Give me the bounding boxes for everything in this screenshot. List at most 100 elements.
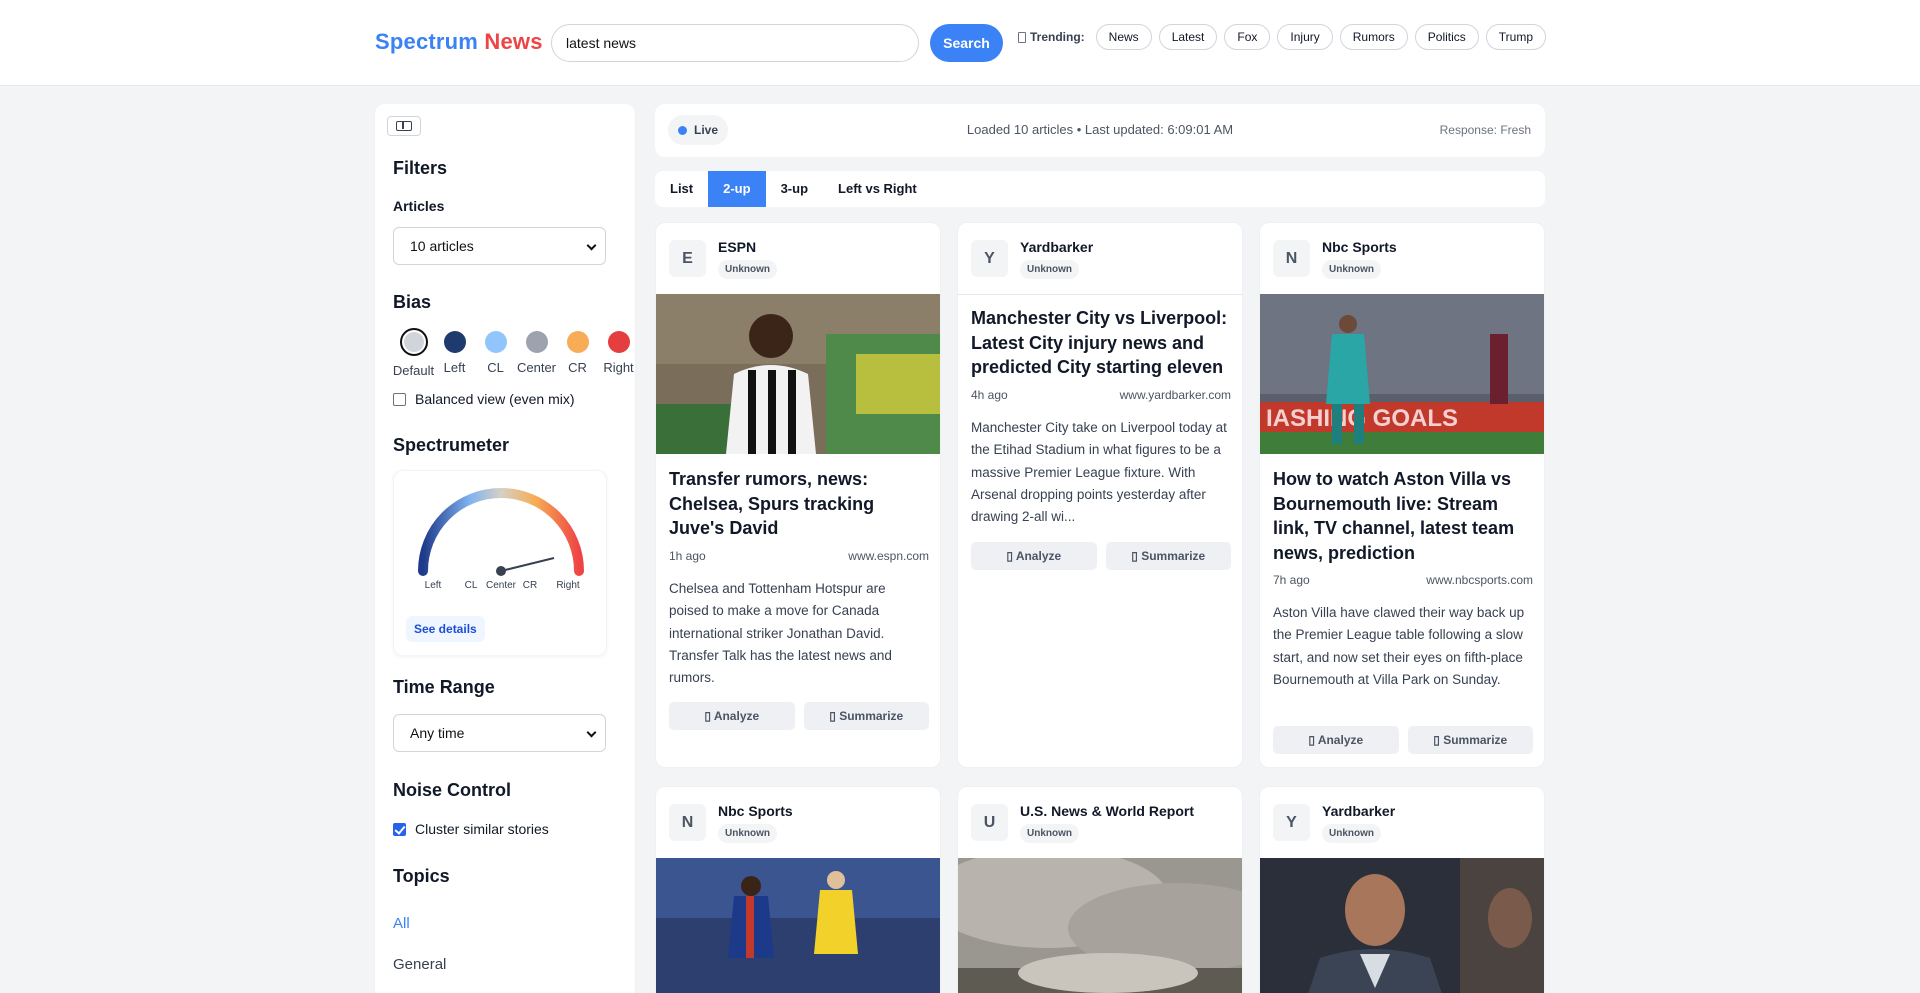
analyze-button[interactable]: ▯ Analyze: [669, 702, 795, 730]
article-image[interactable]: [656, 858, 940, 993]
summarize-icon: ▯: [1433, 733, 1444, 747]
bias-swatch-right: [607, 331, 630, 353]
bias-badge: Unknown: [1020, 260, 1079, 279]
topic-all[interactable]: All: [393, 915, 410, 932]
article-image[interactable]: [656, 294, 940, 454]
trending-chip-news[interactable]: News: [1095, 24, 1152, 50]
article-image[interactable]: [958, 858, 1242, 993]
bias-swatch-left: [443, 331, 466, 353]
layout-tabs: List 2-up 3-up Left vs Right: [655, 171, 1545, 207]
article-image[interactable]: [1260, 858, 1544, 993]
filters-sidebar: Filters Articles 10 articles Bias Defaul…: [375, 104, 635, 993]
trending-chip-injury[interactable]: Injury: [1277, 24, 1333, 50]
spectrometer-heading: Spectrumeter: [393, 435, 510, 455]
analyze-button[interactable]: ▯ Analyze: [971, 542, 1097, 570]
article-card[interactable]: Y Yardbarker Unknown: [1259, 786, 1545, 993]
bias-swatch-cl: [484, 331, 507, 353]
articles-select[interactable]: 10 articles: [393, 227, 606, 265]
see-details-button[interactable]: See details: [406, 616, 485, 642]
cluster-row: Cluster similar stories: [393, 821, 549, 837]
cluster-checkbox[interactable]: [393, 822, 406, 836]
noise-control-heading: Noise Control: [393, 780, 512, 800]
balanced-view-row: Balanced view (even mix): [393, 391, 575, 407]
bias-options: Default Left CL Center CR Right: [393, 327, 639, 378]
source-avatar: U: [971, 804, 1008, 841]
summarize-icon: ▯: [829, 709, 840, 723]
summarize-button[interactable]: ▯ Summarize: [803, 702, 929, 730]
gauge-label-left: Left: [425, 580, 442, 591]
bias-option-cl[interactable]: CL: [475, 327, 516, 378]
article-card[interactable]: Y Yardbarker Unknown Manchester City vs …: [957, 222, 1243, 768]
bias-option-cr[interactable]: CR: [557, 327, 598, 378]
bias-swatch-default: [399, 328, 428, 356]
article-card[interactable]: N Nbc Sports Unknown IASHING GOALS How t…: [1259, 222, 1545, 768]
source-name[interactable]: Yardbarker: [1322, 803, 1395, 819]
articles-select-value: 10 articles: [410, 238, 474, 254]
bias-swatch-center: [525, 331, 548, 353]
article-card[interactable]: U U.S. News & World Report Unknown: [957, 786, 1243, 993]
source-avatar: Y: [971, 240, 1008, 277]
article-actions: ▯ Analyze ▯ Summarize: [1273, 726, 1533, 754]
article-actions: ▯ Analyze ▯ Summarize: [971, 542, 1231, 570]
article-domain: www.yardbarker.com: [1119, 388, 1231, 402]
article-title[interactable]: Transfer rumors, news: Chelsea, Spurs tr…: [669, 467, 929, 541]
gauge-hub: [496, 566, 506, 576]
topic-general[interactable]: General: [393, 956, 446, 973]
balanced-view-checkbox[interactable]: [393, 392, 406, 406]
search-input[interactable]: latest news: [551, 24, 919, 62]
cluster-label: Cluster similar stories: [415, 821, 549, 837]
summarize-button[interactable]: ▯ Summarize: [1105, 542, 1231, 570]
search-button[interactable]: Search: [930, 24, 1003, 62]
tab-2-up[interactable]: 2-up: [708, 171, 766, 207]
source-name[interactable]: U.S. News & World Report: [1020, 803, 1194, 819]
bias-option-right[interactable]: Right: [598, 327, 639, 378]
bias-badge: Unknown: [1322, 824, 1381, 843]
bias-option-left[interactable]: Left: [434, 327, 475, 378]
article-card[interactable]: N Nbc Sports Unknown: [655, 786, 941, 993]
gauge-needle: [500, 557, 555, 572]
bias-heading: Bias: [393, 292, 432, 312]
tab-left-vs-right[interactable]: Left vs Right: [823, 171, 932, 207]
analyze-label: Analyze: [713, 709, 760, 723]
trending-label: Trending:: [1018, 30, 1085, 44]
time-range-select[interactable]: Any time: [393, 714, 606, 752]
article-image[interactable]: IASHING GOALS: [1260, 294, 1544, 454]
source-avatar: Y: [1273, 804, 1310, 841]
bias-badge: Unknown: [1020, 824, 1079, 843]
trending-chip-fox[interactable]: Fox: [1224, 24, 1271, 50]
bias-label-default: Default: [392, 363, 435, 378]
spectrometer-card: Left CL Center CR Right See details: [393, 470, 607, 656]
chevron-down-icon: [586, 727, 597, 738]
source-name[interactable]: Nbc Sports: [718, 803, 793, 819]
article-title[interactable]: Manchester City vs Liverpool: Latest Cit…: [971, 306, 1231, 380]
top-header: Spectrum News latest news Search Trendin…: [0, 0, 1920, 86]
gauge-label-cl: CL: [465, 580, 478, 591]
logo-news: News: [484, 29, 543, 54]
tab-3-up[interactable]: 3-up: [766, 171, 823, 207]
status-bar: Live Loaded 10 articles • Last updated: …: [655, 104, 1545, 157]
sidebar-toggle-button[interactable]: [387, 116, 421, 136]
article-card[interactable]: E ESPN Unknown Transfer rumors, news: Ch…: [655, 222, 941, 768]
source-avatar: N: [669, 804, 706, 841]
analyze-button[interactable]: ▯ Analyze: [1273, 726, 1399, 754]
trending-chip-rumors[interactable]: Rumors: [1339, 24, 1408, 50]
trending-bar: Trending: News Latest Fox Injury Rumors …: [1018, 22, 1547, 52]
source-name[interactable]: Yardbarker: [1020, 239, 1093, 255]
article-title[interactable]: How to watch Aston Villa vs Bournemouth …: [1273, 467, 1533, 565]
source-name[interactable]: ESPN: [718, 239, 756, 255]
source-name[interactable]: Nbc Sports: [1322, 239, 1397, 255]
summarize-button[interactable]: ▯ Summarize: [1407, 726, 1533, 754]
trending-chip-trump[interactable]: Trump: [1485, 24, 1547, 50]
spectrometer-gauge: Left CL Center CR Right: [418, 488, 584, 591]
trending-chip-politics[interactable]: Politics: [1414, 24, 1479, 50]
tab-list[interactable]: List: [655, 171, 708, 207]
bias-label-cr: CR: [568, 360, 587, 375]
source-avatar: E: [669, 240, 706, 277]
bias-option-center[interactable]: Center: [516, 327, 557, 378]
topics-heading: Topics: [393, 866, 450, 886]
analyze-icon: ▯: [704, 709, 714, 723]
time-range-select-value: Any time: [410, 725, 465, 741]
trending-chip-latest[interactable]: Latest: [1158, 24, 1218, 50]
logo[interactable]: Spectrum News: [375, 29, 543, 55]
bias-option-default[interactable]: Default: [393, 327, 434, 378]
